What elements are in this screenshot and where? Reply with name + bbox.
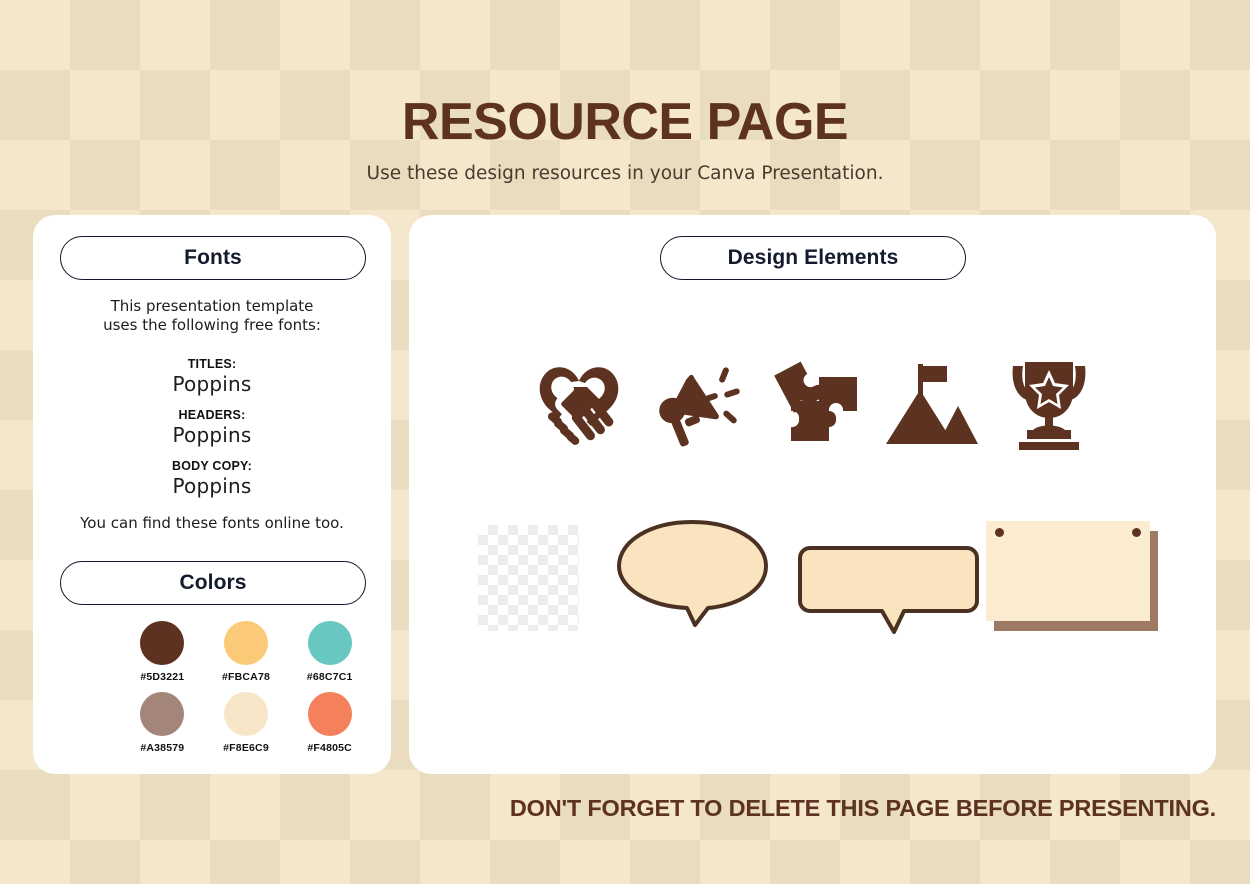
pinned-note-card[interactable] (986, 521, 1158, 631)
font-label-titles: TITLES: (187, 357, 237, 371)
color-swatch-5[interactable]: #F8E6C9 (215, 692, 278, 754)
font-group-headers: HEADERS: Poppins (33, 408, 391, 447)
page-subtitle: Use these design resources in your Canva… (366, 163, 884, 184)
mountain-flag-glyph (885, 364, 978, 444)
color-hex-label-3: #68C7C1 (306, 671, 353, 683)
color-swatch-row: #5D3221 #FBCA78 #68C7C1 (131, 621, 361, 683)
design-pill-label: Design Elements (727, 246, 899, 269)
handshake-heart-icon[interactable] (529, 353, 629, 453)
fonts-intro-line-2: uses the following free fonts: (103, 315, 321, 334)
note-pin-right-icon (1132, 528, 1141, 537)
note-card-face (986, 521, 1150, 621)
color-hex-label-1: #5D3221 (140, 671, 185, 683)
oval-speech-bubble[interactable] (615, 518, 770, 628)
color-dot-5 (224, 692, 268, 736)
mountain-flag-icon[interactable] (882, 353, 982, 453)
color-hex-label-5: #F8E6C9 (223, 742, 269, 754)
font-value-body-copy: Poppins (172, 474, 252, 498)
fonts-intro-text: This presentation template uses the foll… (33, 297, 391, 334)
puzzle-pieces-glyph (774, 361, 857, 441)
fonts-outro-text: You can find these fonts online too. (80, 514, 344, 532)
color-swatch-1[interactable]: #5D3221 (131, 621, 194, 683)
delete-page-reminder: DON'T FORGET TO DELETE THIS PAGE BEFORE … (509, 795, 1216, 821)
color-dot-4 (140, 692, 185, 736)
note-pin-left-icon (995, 528, 1004, 537)
color-hex-label-2: #FBCA78 (221, 671, 271, 683)
design-elements-panel: Design Elements (409, 215, 1216, 774)
handshake-heart-glyph (539, 367, 619, 445)
font-label-headers: HEADERS: (178, 408, 246, 422)
color-swatch-4[interactable]: #A38579 (131, 692, 194, 754)
trophy-star-icon[interactable] (999, 353, 1099, 453)
rounded-rect-speech-bubble[interactable] (796, 544, 981, 636)
trophy-star-glyph (1012, 362, 1086, 450)
colors-section-pill[interactable]: Colors (60, 561, 366, 605)
color-hex-label-6: #F4805C (307, 742, 352, 754)
rect-bubble-path (798, 546, 979, 634)
font-value-titles: Poppins (172, 372, 252, 396)
font-group-titles: TITLES: Poppins (33, 357, 391, 396)
color-swatch-3[interactable]: #68C7C1 (298, 621, 361, 683)
oval-bubble-path (617, 520, 768, 627)
transparent-placeholder-square[interactable] (478, 525, 579, 631)
colors-pill-label: Colors (179, 571, 247, 594)
color-dot-1 (140, 621, 185, 665)
fonts-section-pill[interactable]: Fonts (60, 236, 366, 280)
megaphone-icon[interactable] (647, 353, 747, 453)
color-swatch-6[interactable]: #F4805C (298, 692, 361, 754)
color-dot-2 (224, 621, 268, 665)
fonts-intro-line-1: This presentation template (110, 297, 314, 315)
puzzle-pieces-icon[interactable] (764, 353, 864, 453)
design-elements-section-pill[interactable]: Design Elements (660, 236, 966, 280)
color-dot-6 (307, 692, 352, 736)
font-label-body-copy: BODY COPY: (171, 459, 253, 473)
color-swatch-2[interactable]: #FBCA78 (215, 621, 278, 683)
design-icon-row (529, 353, 1099, 453)
color-dot-3 (307, 621, 352, 665)
fonts-panel: Fonts This presentation template uses th… (33, 215, 391, 774)
page-title: RESOURCE PAGE (401, 93, 849, 151)
color-swatch-grid: #5D3221 #FBCA78 #68C7C1 #A38579 #F8E6C9 (131, 621, 361, 763)
font-value-headers: Poppins (172, 423, 252, 447)
color-hex-label-4: #A38579 (140, 742, 185, 754)
megaphone-glyph (658, 367, 740, 447)
color-swatch-row: #A38579 #F8E6C9 #F4805C (131, 692, 361, 754)
design-shape-row (478, 518, 1158, 643)
fonts-pill-label: Fonts (184, 246, 242, 269)
font-group-body-copy: BODY COPY: Poppins (33, 459, 391, 498)
